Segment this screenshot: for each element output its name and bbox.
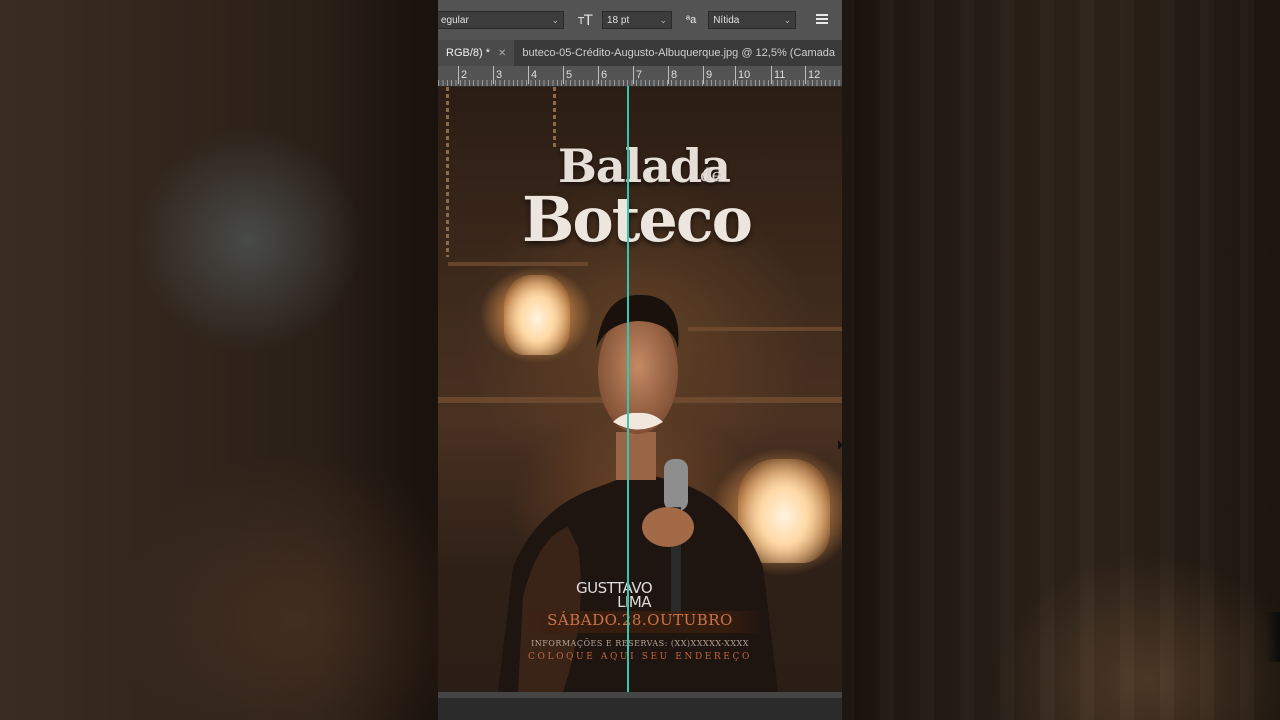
cursor-arrow-icon [838,440,843,450]
artist-name-line2: LIMA [617,593,652,611]
ruler-label: 12 [804,66,821,84]
tab-label: RGB/8) * [446,47,491,59]
reservation-info: INFORMAÇÕES E RESERVAS: (XX)XXXXX-XXXX [531,639,749,648]
tab-label: buteco-05-Crédito-Augusto-Albuquerque.jp… [522,47,836,59]
close-icon[interactable]: ✕ [498,48,506,59]
ruler-label: 2 [457,66,468,84]
ruler-label: 3 [492,66,503,84]
font-size-value: 18 pt [607,14,630,26]
tab-current-document[interactable]: RGB/8) * ✕ [438,40,515,66]
antialias-icon: ªa [686,14,697,26]
right-edge-shadow [1266,612,1280,662]
chevron-down-icon: ⌄ [659,14,667,25]
align-left-icon[interactable] [816,14,829,26]
options-bar: egular ⌄ TT 18 pt ⌄ ªa Nítida ⌄ [438,0,842,40]
ruler-label: 11 [770,66,786,84]
vertical-guide-line[interactable] [627,86,629,695]
document-tabs: RGB/8) * ✕ buteco-05-Crédito-Augusto-Alb… [438,40,842,66]
chevron-down-icon: ⌄ [551,14,559,25]
ruler-label: 8 [667,66,678,84]
ruler-label: 4 [527,66,538,84]
horizontal-ruler[interactable]: 2 3 4 5 6 7 8 9 10 11 12 [438,66,842,87]
document-canvas[interactable]: Balada de Boteco GUSTTAVO LIMA SÁBADO.28… [438,87,842,692]
status-bar [438,698,842,720]
chevron-down-icon: ⌄ [783,14,792,25]
ruler-label: 5 [562,66,573,84]
event-address: COLOQUE AQUI SEU ENDEREÇO [528,652,752,662]
hanging-chain [446,87,449,257]
ruler-label: 7 [632,66,643,84]
font-size-select[interactable]: 18 pt ⌄ [602,11,672,29]
event-date: SÁBADO.28.OUTUBRO [547,611,733,629]
ruler-label: 10 [734,66,751,84]
photoshop-window: egular ⌄ TT 18 pt ⌄ ªa Nítida ⌄ RGB/8) *… [438,0,842,720]
antialias-value: Nítida [713,14,740,26]
font-size-icon: TT [577,12,596,29]
font-style-value: egular [441,14,469,26]
tab-buteco-document[interactable]: buteco-05-Crédito-Augusto-Albuquerque.jp… [514,40,842,66]
antialias-select[interactable]: Nítida ⌄ [708,11,797,29]
ruler-label: 6 [597,66,608,84]
hanging-chain [553,87,556,147]
poster-title-boteco: Boteco [522,183,753,256]
svg-text:T: T [583,13,593,26]
ruler-label: 9 [702,66,713,84]
artist-logo: GUSTTAVO LIMA [576,581,653,611]
font-style-select[interactable]: egular ⌄ [438,11,564,29]
